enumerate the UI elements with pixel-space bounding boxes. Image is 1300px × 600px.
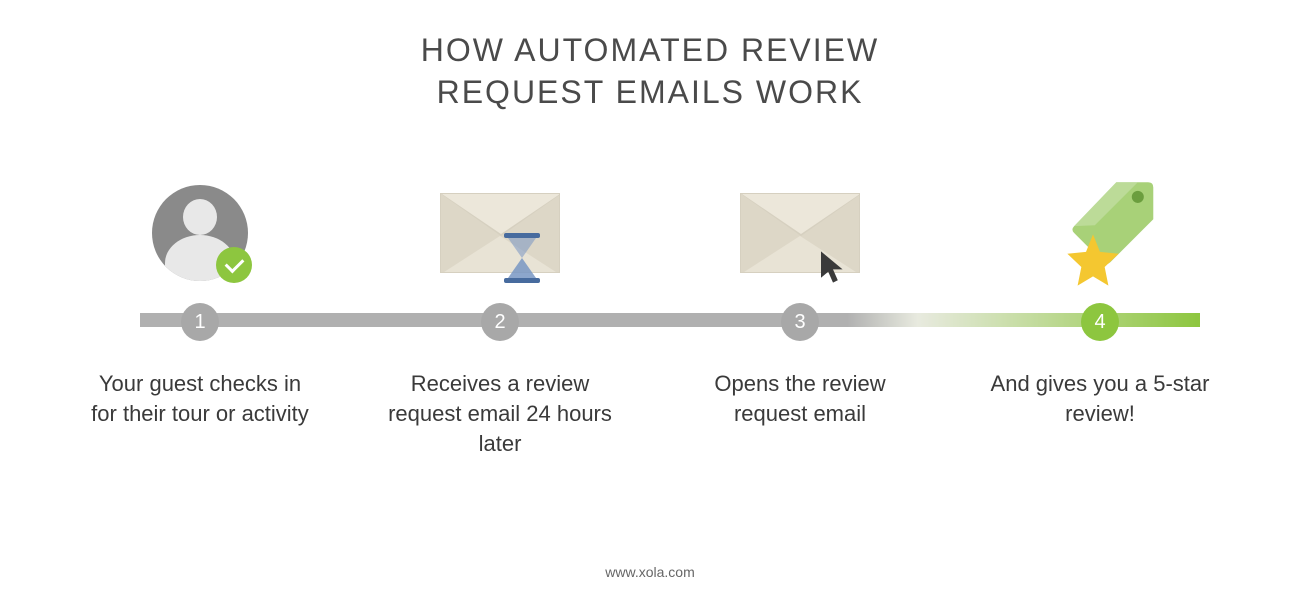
title-line-2: REQUEST EMAILS WORK <box>437 74 864 110</box>
step-label-2: Receives a review request email 24 hours… <box>385 369 615 458</box>
step-1: 1 Your guest checks in for their tour or… <box>70 173 330 473</box>
envelope-hourglass-icon <box>430 173 570 293</box>
avatar-check-icon <box>130 173 270 293</box>
steps-row: 1 Your guest checks in for their tour or… <box>70 173 1230 473</box>
hourglass-icon <box>504 233 540 283</box>
step-label-3: Opens the review request email <box>685 369 915 428</box>
envelope-cursor-icon <box>730 173 870 293</box>
step-4: 4 And gives you a 5-star review! <box>970 173 1230 473</box>
timeline: 1 Your guest checks in for their tour or… <box>0 173 1300 473</box>
step-3: 3 Opens the review request email <box>670 173 930 473</box>
step-number-1: 1 <box>181 303 219 341</box>
tag-star-icon <box>1030 173 1170 293</box>
star-icon <box>1065 232 1121 288</box>
diagram-title: HOW AUTOMATED REVIEW REQUEST EMAILS WORK <box>0 0 1300 113</box>
step-number-4: 4 <box>1081 303 1119 341</box>
step-label-1: Your guest checks in for their tour or a… <box>85 369 315 428</box>
check-icon <box>216 247 252 283</box>
step-num-label: 2 <box>494 311 505 334</box>
title-line-1: HOW AUTOMATED REVIEW <box>421 32 879 68</box>
step-num-label: 1 <box>194 311 205 334</box>
step-num-label: 4 <box>1094 311 1105 334</box>
step-number-3: 3 <box>781 303 819 341</box>
footer-url: www.xola.com <box>0 564 1300 580</box>
cursor-icon <box>818 249 848 285</box>
step-2: 2 Receives a review request email 24 hou… <box>370 173 630 473</box>
step-num-label: 3 <box>794 311 805 334</box>
step-number-2: 2 <box>481 303 519 341</box>
step-label-4: And gives you a 5-star review! <box>985 369 1215 428</box>
